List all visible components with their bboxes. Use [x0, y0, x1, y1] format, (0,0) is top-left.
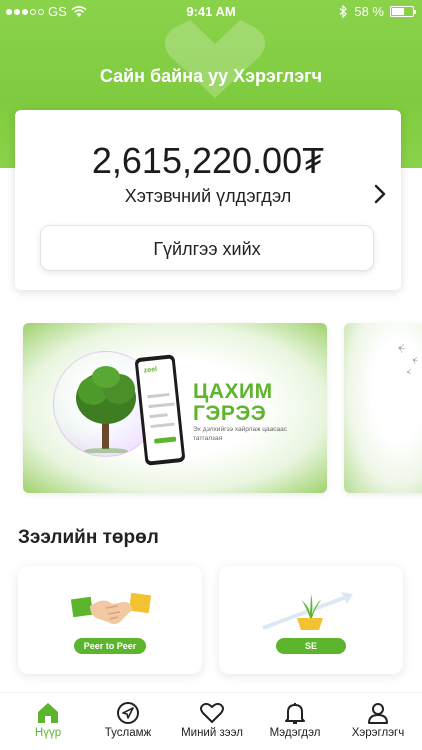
- balance-card[interactable]: 2,615,220.00₮ Хэтэвчний үлдэгдэл Гүйлгээ…: [15, 110, 401, 290]
- growth-plant-icon: [262, 592, 353, 630]
- banner-subtitle: Эх дэлхийгээ хайрлаж цаасаас татгалзая: [193, 426, 287, 442]
- home-icon: [38, 703, 58, 723]
- tab-home[interactable]: Нүүр: [6, 693, 90, 750]
- tab-help[interactable]: Тусламж: [86, 693, 170, 750]
- loan-card-se[interactable]: SE: [219, 566, 403, 674]
- zeel-logo-watermark: [164, 20, 266, 98]
- tab-label: Миний зээл: [181, 727, 243, 739]
- status-bar: GS 9:41 AM 58 %: [0, 0, 422, 24]
- promo-banner-e-contract[interactable]: zeel ЦАХИМ ГЭРЭЭ Эх дэлхийгээ хайрлаж ца…: [23, 323, 327, 493]
- user-icon: [368, 703, 388, 724]
- handshake-icon: [70, 592, 152, 624]
- heart-icon: [200, 702, 224, 723]
- tab-notifications[interactable]: Мэдэгдэл: [253, 693, 337, 750]
- bluetooth-icon: [339, 5, 348, 18]
- tab-user[interactable]: Хэрэглэгч: [336, 693, 420, 750]
- battery-percent: 58 %: [354, 4, 384, 19]
- tab-label: Тусламж: [104, 727, 152, 739]
- tab-label: Хэрэглэгч: [351, 727, 405, 739]
- tab-label: Нүүр: [34, 727, 62, 739]
- banner-title: ЦАХИМ ГЭРЭЭ: [193, 380, 273, 425]
- loan-card-peer-to-peer[interactable]: Peer to Peer: [18, 566, 202, 674]
- tab-my-loans[interactable]: Миний зээл: [170, 693, 254, 750]
- phone-app-logo: zeel: [143, 366, 158, 375]
- navigation-icon: [117, 702, 139, 724]
- balance-amount: 2,615,220.00₮: [91, 140, 325, 181]
- bell-icon: [285, 703, 305, 724]
- promo-banner-next[interactable]: [344, 323, 422, 493]
- loan-type-label: Peer to Peer: [74, 638, 146, 654]
- transact-button[interactable]: Гүйлгээ хийх: [40, 225, 374, 271]
- loan-types-title: Зээлийн төрөл: [18, 527, 159, 548]
- balance-label: Хэтэвчний үлдэгдэл: [124, 186, 292, 206]
- tab-label: Мэдэгдэл: [269, 727, 321, 739]
- greeting-title: Сайн байна уу Хэрэглэгч: [99, 66, 323, 86]
- loan-type-label: SE: [276, 638, 346, 654]
- battery-icon: [390, 6, 416, 17]
- bottom-tab-bar: Нүүр Тусламж Миний зээл Мэдэгдэл Хэрэглэ…: [0, 692, 422, 750]
- chevron-right-icon[interactable]: [371, 182, 389, 206]
- dandelion-illustration: [398, 343, 419, 375]
